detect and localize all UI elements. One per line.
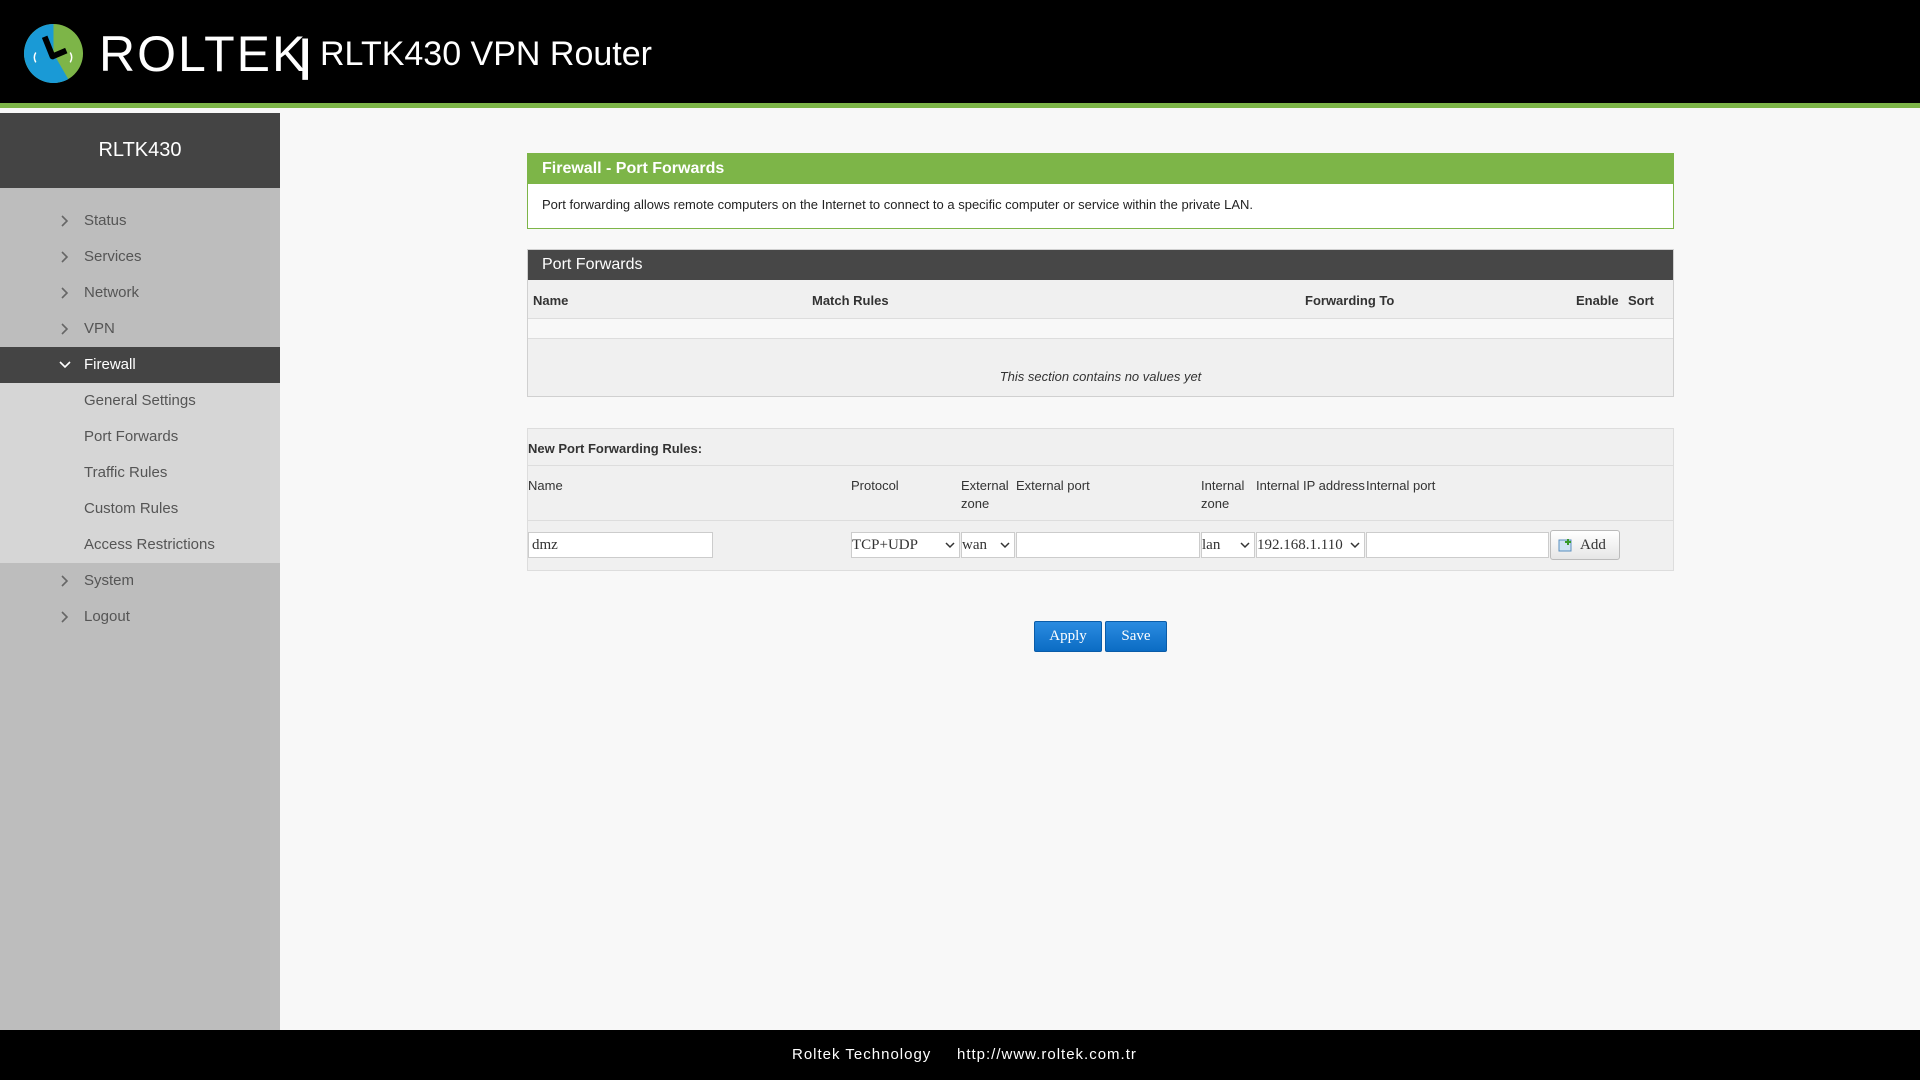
internal-ip-select-wrap: 192.168.1.110 [1256,532,1365,558]
chevron-right-icon [61,251,69,263]
footer-url-link[interactable]: http://www.roltek.com.tr [957,1046,1137,1063]
internal-ip-select[interactable]: 192.168.1.110 [1256,532,1365,558]
internal-zone-select-wrap: lan [1201,532,1255,558]
sidebar-subitem-port-forwards[interactable]: Port Forwards [0,419,280,455]
external-port-input[interactable] [1016,532,1200,558]
new-rule-labels: Name Protocol External zone External port… [528,466,1673,521]
sidebar-subitem-traffic-rules[interactable]: Traffic Rules [0,455,280,491]
sidebar-item-logout[interactable]: Logout [0,599,280,635]
col-match-rules: Match Rules [812,293,889,308]
sidebar-item-label: Logout [84,608,130,625]
label-internal-zone-line2: zone [1201,496,1230,511]
label-internal-ip: Internal IP address [1256,478,1365,493]
info-panel: Firewall - Port Forwards Port forwarding… [527,153,1674,229]
new-rule-title: New Port Forwarding Rules: [528,429,1673,466]
label-external-zone: External zone [961,477,1009,513]
sidebar-item-firewall[interactable]: Firewall [0,347,280,383]
label-internal-zone-line1: Internal [1201,478,1245,493]
label-protocol: Protocol [851,478,899,493]
label-internal-zone: Internal zone [1201,477,1244,513]
table-header: Name Match Rules Forwarding To Enable So… [528,280,1673,319]
add-button[interactable]: Add [1550,530,1620,560]
sidebar-item-system[interactable]: System [0,563,280,599]
empty-message: This section contains no values yet [999,369,1202,384]
sidebar-item-label: System [84,572,135,589]
sidebar-item-label: Firewall [84,356,136,373]
save-button[interactable]: Save [1105,621,1167,652]
add-button-label: Add [1580,537,1606,553]
footer: Roltek Technology http://www.roltek.com.… [0,1030,1920,1080]
table-row [528,319,1673,339]
label-external-port: External port [1016,478,1090,493]
sidebar-item-services[interactable]: Services [0,239,280,275]
sidebar-item-label: VPN [84,320,115,337]
new-rule-section: New Port Forwarding Rules: Name Protocol… [527,428,1674,571]
sidebar-title: RLTK430 [0,113,280,188]
external-zone-select-wrap: wan [961,532,1015,558]
section-title: Port Forwards [528,250,1673,280]
label-external-zone-line1: External [961,478,1009,493]
firewall-submenu: General Settings Port Forwards Traffic R… [0,383,280,563]
brand-separator: | [299,31,312,80]
internal-port-input[interactable] [1366,532,1549,558]
sidebar-item-network[interactable]: Network [0,275,280,311]
protocol-select-wrap: TCP+UDP [851,532,960,558]
external-zone-select[interactable]: wan [961,532,1015,558]
chevron-right-icon [61,611,69,623]
name-input[interactable] [528,532,713,558]
sidebar-item-label: Services [84,248,142,265]
sidebar-item-label: Network [84,284,140,301]
sidebar-item-vpn[interactable]: VPN [0,311,280,347]
sidebar-subitem-custom-rules[interactable]: Custom Rules [0,491,280,527]
roltek-logo-icon [23,23,84,84]
apply-button[interactable]: Apply [1034,621,1102,652]
col-forwarding-to: Forwarding To [1305,293,1395,308]
sidebar-subitem-access-restrictions[interactable]: Access Restrictions [0,527,280,563]
page-description: Port forwarding allows remote computers … [542,197,1254,212]
label-internal-port: Internal port [1366,478,1436,493]
sidebar-item-status[interactable]: Status [0,203,280,239]
internal-zone-select[interactable]: lan [1201,532,1255,558]
page-title: Firewall - Port Forwards [528,154,1673,184]
sidebar-menu: Status Services Network VPN Firewall Gen… [0,188,280,635]
col-sort: Sort [1628,293,1654,308]
col-enable: Enable [1576,293,1619,308]
chevron-right-icon [61,287,69,299]
top-header: ROLTEK | RLTK430 VPN Router [0,0,1920,108]
label-name: Name [528,478,563,493]
brand-name: ROLTEK [99,26,308,82]
product-name: RLTK430 VPN Router [320,35,652,73]
add-icon [1558,539,1572,552]
chevron-right-icon [61,215,69,227]
chevron-down-icon [59,361,71,369]
chevron-right-icon [61,575,69,587]
port-forwards-section: Port Forwards Name Match Rules Forwardin… [527,249,1674,397]
sidebar-item-label: Status [84,212,127,229]
new-rule-inputs: TCP+UDP wan lan 192.168.1.110 Add [528,521,1673,570]
protocol-select[interactable]: TCP+UDP [851,532,960,558]
chevron-right-icon [61,323,69,335]
footer-company: Roltek Technology [792,1046,932,1063]
label-external-zone-line2: zone [961,496,990,511]
sidebar: RLTK430 Status Services Network VPN Fire… [0,113,280,1030]
sidebar-subitem-general-settings[interactable]: General Settings [0,383,280,419]
col-name: Name [533,293,569,308]
